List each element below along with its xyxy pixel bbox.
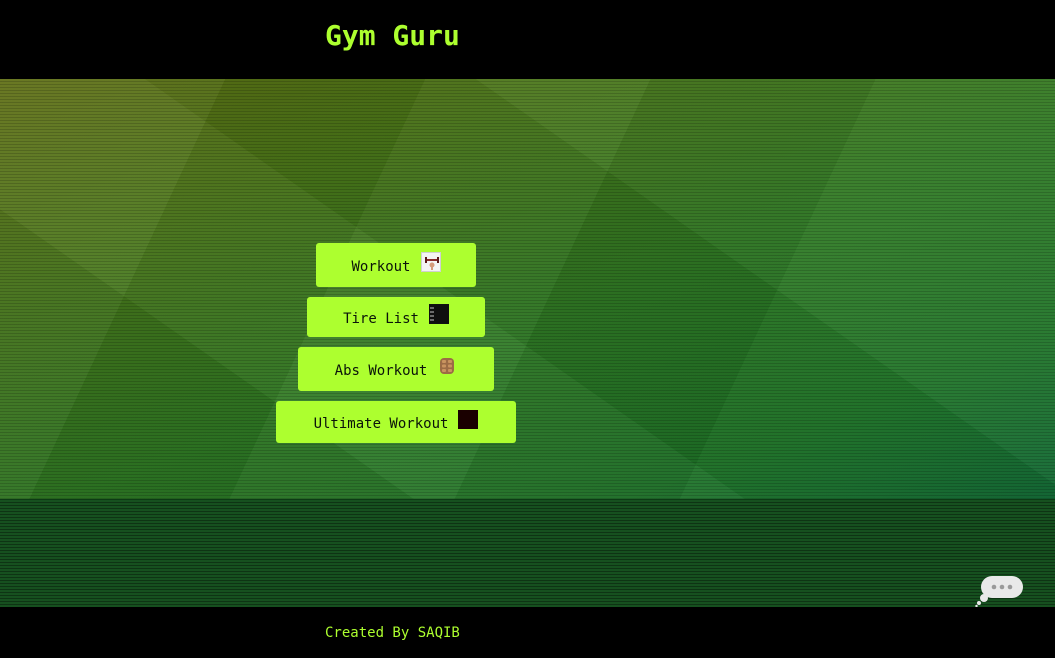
dark-square-icon [458, 409, 479, 429]
tier-list-button[interactable]: Tire List [307, 297, 485, 337]
abs-icon [437, 356, 457, 376]
ultimate-workout-button-label: Ultimate Workout [313, 416, 449, 432]
abs-workout-button-label: Abs Workout [334, 363, 428, 379]
ultimate-workout-button[interactable]: Ultimate Workout [276, 401, 516, 443]
lower-band [0, 499, 1055, 608]
flexed-dumbbell-icon [420, 252, 441, 272]
workout-button[interactable]: Workout [316, 243, 476, 287]
site-footer: Created By SAQIB [0, 607, 1055, 658]
site-header: Gym Guru [0, 0, 1055, 79]
hero-background [0, 79, 1055, 499]
chat-bubble-icon[interactable] [975, 575, 1025, 608]
abs-workout-button[interactable]: Abs Workout [298, 347, 494, 391]
page: Gym Guru Workout Tire List Abs Workout U… [0, 0, 1055, 658]
page-title: Gym Guru [325, 19, 460, 52]
list-board-icon [428, 304, 449, 324]
footer-credit: Created By SAQIB [325, 625, 460, 641]
workout-button-label: Workout [351, 259, 411, 275]
tier-list-button-label: Tire List [343, 311, 419, 327]
